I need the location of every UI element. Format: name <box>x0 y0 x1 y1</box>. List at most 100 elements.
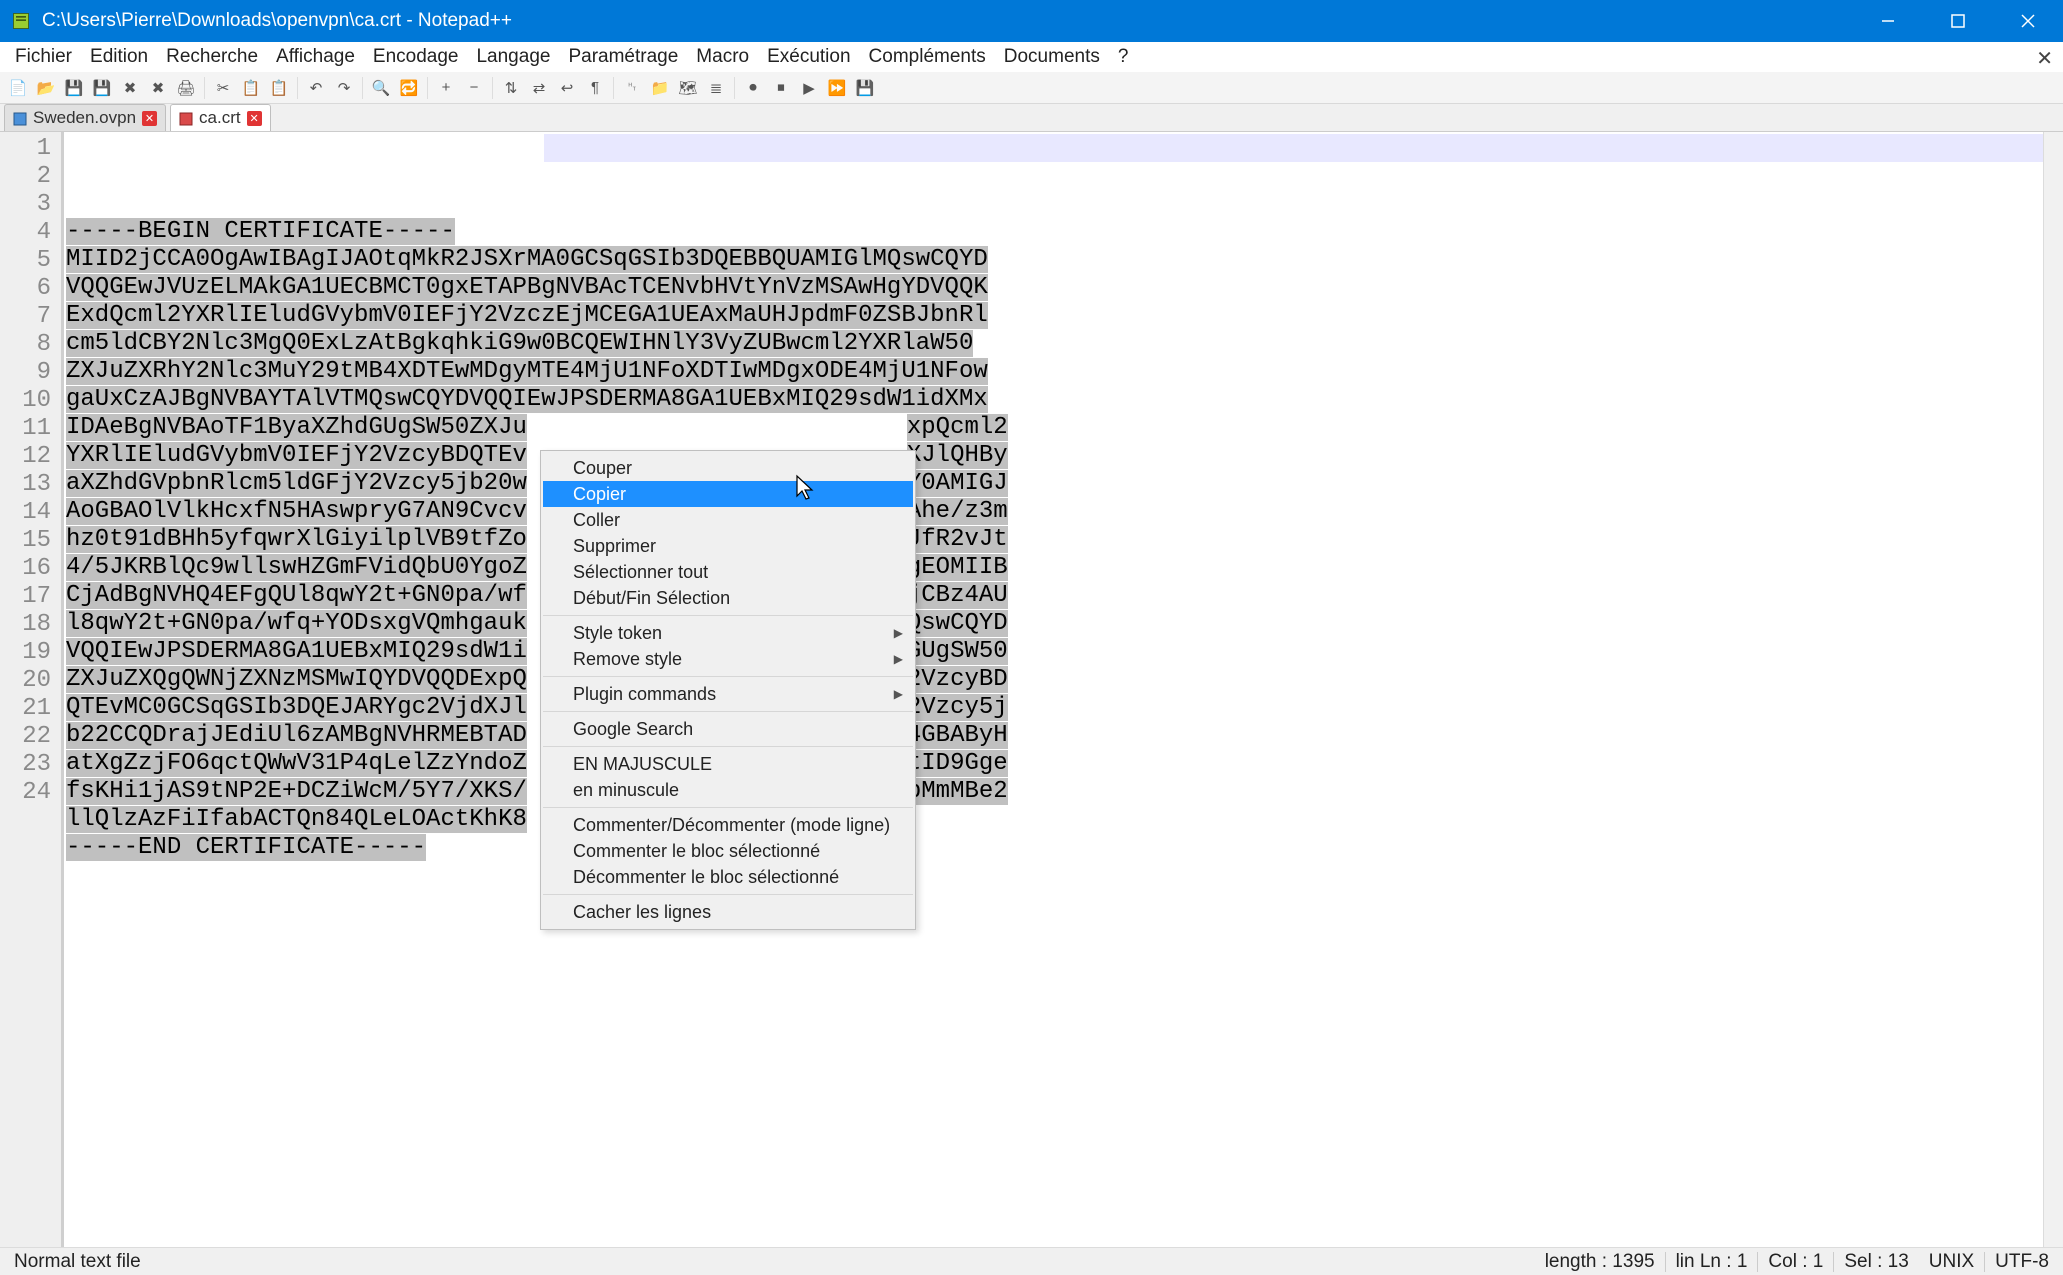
menu-affichage[interactable]: Affichage <box>267 43 364 71</box>
close-tab-icon[interactable]: ✕ <box>247 111 262 126</box>
line-number: 10 <box>0 386 61 414</box>
menu-execution[interactable]: Exécution <box>758 43 859 71</box>
context-menu-item[interactable]: Coller <box>543 507 913 533</box>
folder-as-workspace-icon[interactable]: 📁 <box>648 76 672 100</box>
context-menu-item[interactable]: Commenter/Décommenter (mode ligne) <box>543 812 913 838</box>
show-all-chars-icon[interactable]: ¶ <box>583 76 607 100</box>
context-menu-item[interactable]: Plugin commands▶ <box>543 681 913 707</box>
text-line[interactable]: IDAeBgNVBAoTF1ByaXZhdGUgSW50ZXJuxpQcml2 <box>64 414 2043 442</box>
text-line[interactable]: fsKHi1jAS9tNP2E+DCZiWcM/5Y7/XKS/bMmMBe2 <box>64 778 2043 806</box>
text-line[interactable]: aXZhdGVpbnRlcm5ldGFjY2Vzcy5jb20wY0AMIGJ <box>64 470 2043 498</box>
line-number: 21 <box>0 694 61 722</box>
redo-icon[interactable]: ↷ <box>332 76 356 100</box>
text-line[interactable]: VQQIEwJPSDERMA8GA1UEBxMIQ29sdW1iGUgSW50 <box>64 638 2043 666</box>
text-line[interactable]: AoGBAOlVlkHcxfN5HAswpryG7AN9CvcvAhe/z3m <box>64 498 2043 526</box>
text-line[interactable]: QTEvMC0GCSqGSIb3DQEJARYgc2VjdXJl2Vzcy5j <box>64 694 2043 722</box>
close-button[interactable] <box>1993 0 2063 42</box>
indent-guide-icon[interactable]: ␉ <box>620 76 644 100</box>
open-file-icon[interactable]: 📂 <box>34 76 58 100</box>
zoom-in-icon[interactable]: + <box>434 76 458 100</box>
context-menu-item[interactable]: Style token▶ <box>543 620 913 646</box>
paste-icon[interactable]: 📋 <box>267 76 291 100</box>
context-menu-item[interactable]: en minuscule <box>543 777 913 803</box>
tab-ca-crt[interactable]: ca.crt ✕ <box>170 104 271 131</box>
record-macro-icon[interactable]: ⏺ <box>741 76 765 100</box>
text-line[interactable]: 4/5JKRBlQc9wllswHZGmFVidQbU0YgoZgEOMIIB <box>64 554 2043 582</box>
close-icon[interactable]: ✖ <box>118 76 142 100</box>
menu-documents[interactable]: Documents <box>995 43 1109 71</box>
context-menu-item[interactable]: Début/Fin Sélection <box>543 585 913 611</box>
text-line[interactable]: -----END CERTIFICATE----- <box>64 834 2043 862</box>
text-line[interactable]: cm5ldCBY2Nlc3MgQ0ExLzAtBgkqhkiG9w0BCQEWI… <box>64 330 2043 358</box>
text-line[interactable]: YXRlIEludGVybmV0IEFjY2VzcyBDQTEvXJlQHBy <box>64 442 2043 470</box>
doc-map-icon[interactable]: 🗺 <box>676 76 700 100</box>
text-line[interactable]: MIID2jCCA0OgAwIBAgIJAOtqMkR2JSXrMA0GCSqG… <box>64 246 2043 274</box>
status-filetype: Normal text file <box>4 1251 151 1273</box>
context-menu-item[interactable]: Couper <box>543 455 913 481</box>
save-macro-icon[interactable]: 💾 <box>853 76 877 100</box>
replace-icon[interactable]: 🔁 <box>397 76 421 100</box>
play-macro-icon[interactable]: ▶ <box>797 76 821 100</box>
text-line[interactable]: -----BEGIN CERTIFICATE----- <box>64 218 2043 246</box>
text-line[interactable]: CjAdBgNVHQ4EFgQUl8qwY2t+GN0pa/wfjCBz4AU <box>64 582 2043 610</box>
text-line[interactable]: ZXJuZXQgQWNjZXNzMSMwIQYDVQQDExpQ2VzcyBD <box>64 666 2043 694</box>
text-line[interactable]: hz0t91dBHh5yfqwrXlGiyilplVB9tfZoJfR2vJt <box>64 526 2043 554</box>
copy-icon[interactable]: 📋 <box>239 76 263 100</box>
vertical-scrollbar[interactable] <box>2043 132 2063 1247</box>
close-tab-icon[interactable]: ✕ <box>142 111 157 126</box>
menu-recherche[interactable]: Recherche <box>157 43 267 71</box>
text-line[interactable]: VQQGEwJVUzELMAkGA1UECBMCT0gxETAPBgNVBAcT… <box>64 274 2043 302</box>
menu-complements[interactable]: Compléments <box>860 43 995 71</box>
line-number-gutter: 123456789101112131415161718192021222324 <box>0 132 62 1247</box>
menu-help[interactable]: ? <box>1109 43 1138 71</box>
status-encoding: UTF-8 <box>1985 1251 2059 1273</box>
line-number: 19 <box>0 638 61 666</box>
close-all-icon[interactable]: ✖ <box>146 76 170 100</box>
menu-langage[interactable]: Langage <box>467 43 559 71</box>
cut-icon[interactable]: ✂ <box>211 76 235 100</box>
context-menu-item[interactable]: Sélectionner tout <box>543 559 913 585</box>
editor[interactable]: 123456789101112131415161718192021222324 … <box>0 132 2063 1247</box>
menubar-close-doc[interactable]: ✕ <box>2036 46 2053 71</box>
text-line[interactable]: ExdQcml2YXRlIEludGVybmV0IEFjY2VzczEjMCEG… <box>64 302 2043 330</box>
sync-h-icon[interactable]: ⇄ <box>527 76 551 100</box>
context-menu-item[interactable]: Remove style▶ <box>543 646 913 672</box>
menu-edition[interactable]: Edition <box>81 43 157 71</box>
text-line[interactable]: l8qwY2t+GN0pa/wfq+YODsxgVQmhgaukQswCQYD <box>64 610 2043 638</box>
context-menu-item[interactable]: EN MAJUSCULE <box>543 751 913 777</box>
sync-v-icon[interactable]: ⇅ <box>499 76 523 100</box>
text-area[interactable]: -----BEGIN CERTIFICATE-----MIID2jCCA0OgA… <box>64 132 2043 1247</box>
text-line[interactable]: b22CCQDrajJEdiUl6zAMBgNVHRMEBTAD4GBAByH <box>64 722 2043 750</box>
context-menu-item[interactable]: Décommenter le bloc sélectionné <box>543 864 913 890</box>
stop-macro-icon[interactable]: ⏹ <box>769 76 793 100</box>
func-list-icon[interactable]: ≣ <box>704 76 728 100</box>
context-menu-item[interactable]: Supprimer <box>543 533 913 559</box>
menu-encodage[interactable]: Encodage <box>364 43 468 71</box>
menu-macro[interactable]: Macro <box>687 43 758 71</box>
tab-sweden[interactable]: Sweden.ovpn ✕ <box>4 104 166 131</box>
find-icon[interactable]: 🔍 <box>369 76 393 100</box>
zoom-out-icon[interactable]: − <box>462 76 486 100</box>
menu-parametrage[interactable]: Paramétrage <box>559 43 687 71</box>
context-menu-item[interactable]: Google Search <box>543 716 913 742</box>
text-line[interactable]: ZXJuZXRhY2Nlc3MuY29tMB4XDTEwMDgyMTE4MjU1… <box>64 358 2043 386</box>
play-multi-icon[interactable]: ⏩ <box>825 76 849 100</box>
text-line[interactable]: atXgZzjFO6qctQWwV31P4qLelZzYndoZtID9Gge <box>64 750 2043 778</box>
context-menu-item[interactable]: Commenter le bloc sélectionné <box>543 838 913 864</box>
text-line[interactable] <box>64 862 2043 890</box>
text-line[interactable]: llQlzAzFiIfabACTQn84QLeLOActKhK8 <box>64 806 2043 834</box>
text-line[interactable]: gaUxCzAJBgNVBAYTAlVTMQswCQYDVQQIEwJPSDER… <box>64 386 2043 414</box>
toolbar: 📄📂💾💾✖✖🖨✂📋📋↶↷🔍🔁+−⇅⇄↩¶␉📁🗺≣⏺⏹▶⏩💾 <box>0 72 2063 104</box>
save-all-icon[interactable]: 💾 <box>90 76 114 100</box>
save-icon[interactable]: 💾 <box>62 76 86 100</box>
context-menu-item[interactable]: Copier <box>543 481 913 507</box>
menu-fichier[interactable]: Fichier <box>6 43 81 71</box>
print-icon[interactable]: 🖨 <box>174 76 198 100</box>
undo-icon[interactable]: ↶ <box>304 76 328 100</box>
new-file-icon[interactable]: 📄 <box>6 76 30 100</box>
line-number: 23 <box>0 750 61 778</box>
context-menu-item[interactable]: Cacher les lignes <box>543 899 913 925</box>
wrap-icon[interactable]: ↩ <box>555 76 579 100</box>
minimize-button[interactable] <box>1853 0 1923 42</box>
maximize-button[interactable] <box>1923 0 1993 42</box>
